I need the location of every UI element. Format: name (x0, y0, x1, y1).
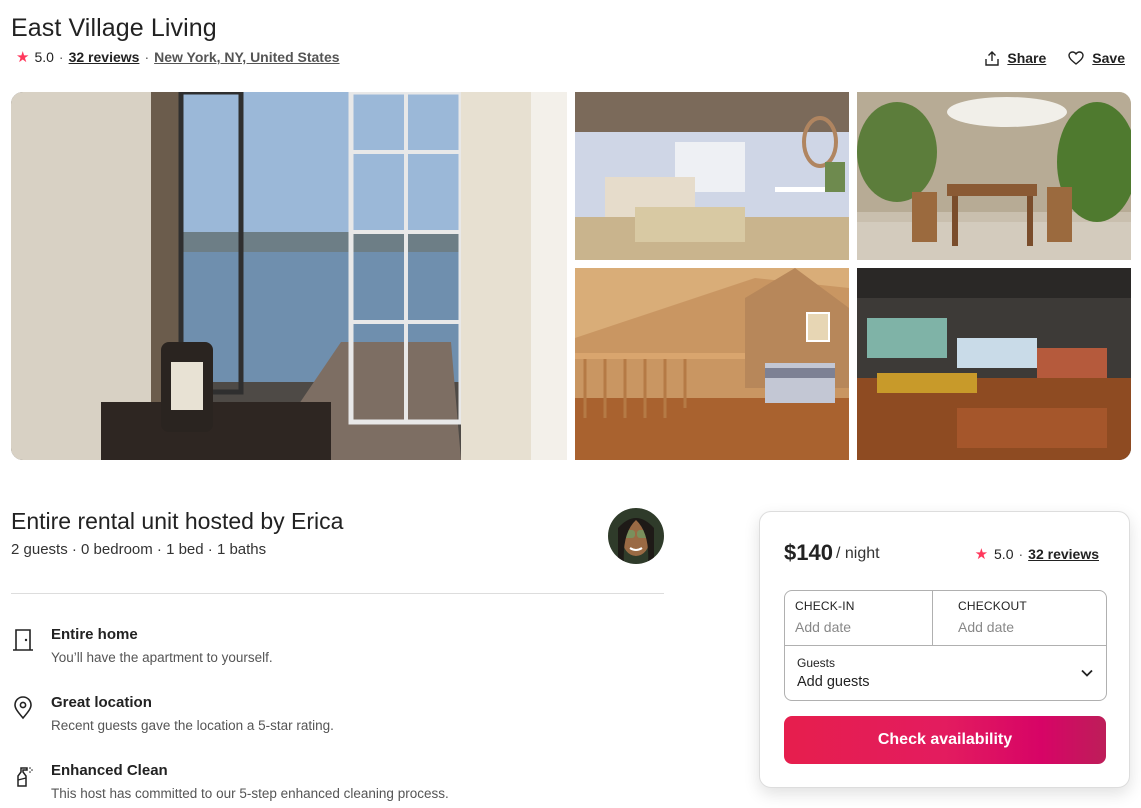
share-icon (985, 50, 1000, 66)
chevron-down-icon (1081, 669, 1093, 677)
spray-bottle-icon (17, 767, 33, 787)
photo-lounge[interactable] (857, 268, 1131, 460)
checkout-field[interactable]: CHECKOUT Add date (933, 591, 1106, 645)
listing-meta: ★ 5.0 · 32 reviews · New York, NY, Unite… (16, 49, 340, 65)
feature-name: Great location (51, 694, 152, 711)
location-pin-icon (14, 696, 32, 720)
check-availability-button[interactable]: Check availability (784, 716, 1106, 764)
reviews-link[interactable]: 32 reviews (69, 49, 140, 65)
photo-main[interactable] (11, 92, 567, 460)
listing-actions: Share Save (985, 50, 1125, 66)
photo-patio[interactable] (857, 92, 1131, 260)
listing-rating: 5.0 (34, 49, 54, 65)
guests-label: Guests (797, 656, 836, 670)
checkout-label: CHECKOUT (958, 599, 1027, 613)
door-icon (13, 629, 33, 651)
host-title: Entire rental unit hosted by Erica (11, 508, 344, 534)
date-guest-picker: CHECK-IN Add date CHECKOUT Add date Gues… (784, 590, 1107, 701)
per-night-label: / night (836, 545, 880, 562)
feature-description: You’ll have the apartment to yourself. (51, 650, 273, 665)
feature-description: Recent guests gave the location a 5-star… (51, 718, 334, 733)
photo-living-room[interactable] (575, 92, 849, 260)
section-divider (11, 593, 664, 594)
feature-name: Entire home (51, 626, 138, 643)
share-button[interactable]: Share (985, 50, 1046, 66)
feature-great-location: Great location Recent guests gave the lo… (11, 694, 651, 738)
guests-select[interactable]: Guests Add guests (785, 645, 1106, 700)
feature-enhanced-clean: Enhanced Clean This host has committed t… (11, 762, 651, 806)
checkin-field[interactable]: CHECK-IN Add date (785, 591, 933, 645)
save-label: Save (1092, 50, 1125, 66)
save-button[interactable]: Save (1068, 50, 1125, 66)
listing-summary: 2 guests · 0 bedroom · 1 bed · 1 baths (11, 541, 267, 558)
nightly-price: $140 (784, 540, 833, 565)
photo-loft-bedroom[interactable] (575, 268, 849, 460)
checkout-placeholder: Add date (958, 619, 1015, 635)
star-icon: ★ (16, 48, 30, 66)
card-reviews-link[interactable]: 32 reviews (1028, 546, 1099, 562)
meta-separator: · (144, 49, 150, 65)
feature-name: Enhanced Clean (51, 762, 168, 779)
location-link[interactable]: New York, NY, United States (154, 49, 339, 65)
card-rating: ★ 5.0 · 32 reviews (975, 545, 1099, 563)
card-rating-value: 5.0 (994, 546, 1014, 562)
meta-separator: · (1018, 546, 1024, 562)
feature-description: This host has committed to our 5-step en… (51, 786, 449, 801)
listing-title: East Village Living (11, 14, 217, 42)
host-avatar[interactable] (608, 508, 664, 564)
heart-icon (1068, 51, 1084, 65)
feature-entire-home: Entire home You’ll have the apartment to… (11, 626, 651, 670)
share-label: Share (1007, 50, 1047, 66)
checkin-label: CHECK-IN (795, 599, 855, 613)
booking-card: $140 / night ★ 5.0 · 32 reviews CHECK-IN… (759, 511, 1130, 788)
guests-value: Add guests (797, 674, 870, 690)
photo-gallery (11, 92, 1131, 460)
star-icon: ★ (974, 546, 989, 563)
meta-separator: · (58, 49, 64, 65)
checkin-placeholder: Add date (795, 619, 852, 635)
